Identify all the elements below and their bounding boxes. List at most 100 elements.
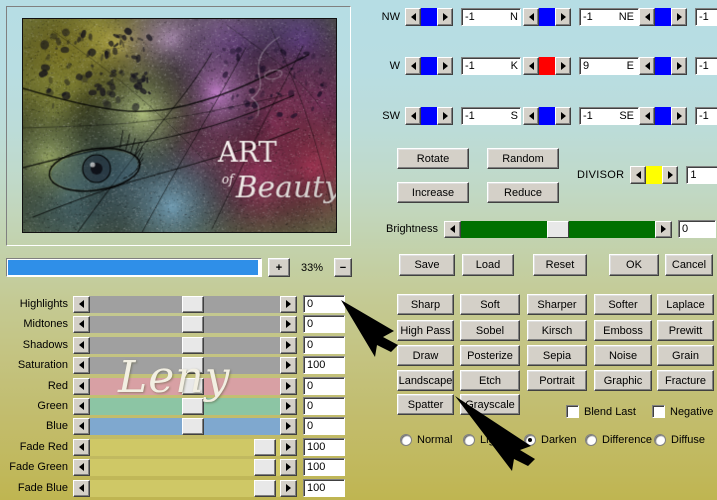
radio-dot-normal[interactable] [400, 434, 412, 446]
slider-fade-red[interactable] [73, 438, 297, 456]
filter-button-grain[interactable]: Grain [657, 345, 714, 366]
slider-track-fade-blue[interactable] [90, 479, 280, 497]
slider-decrement-icon[interactable] [73, 336, 90, 354]
matrix-thumb[interactable] [655, 107, 671, 125]
matrix-thumb[interactable] [655, 8, 671, 26]
slider-increment-icon[interactable] [280, 295, 297, 313]
divisor-spinner[interactable] [630, 166, 679, 184]
slider-thumb-saturation[interactable] [181, 356, 204, 374]
slider-value-blue[interactable]: 0 [303, 417, 345, 435]
matrix-decrement-icon[interactable] [639, 8, 655, 26]
filter-button-landscape[interactable]: Landscape [397, 370, 454, 391]
matrix-spinner-se[interactable] [639, 107, 687, 125]
matrix-decrement-icon[interactable] [639, 57, 655, 75]
radio-dot-diffuse[interactable] [654, 434, 666, 446]
matrix-increment-icon[interactable] [555, 107, 571, 125]
slider-thumb-green[interactable] [181, 397, 204, 415]
slider-value-green[interactable]: 0 [303, 397, 345, 415]
filter-button-portrait[interactable]: Portrait [527, 370, 587, 391]
checkbox-blend-last[interactable]: Blend Last [566, 405, 636, 418]
slider-fade-green[interactable] [73, 458, 297, 476]
slider-thumb-highlights[interactable] [181, 295, 204, 313]
slider-value-shadows[interactable]: 0 [303, 336, 345, 354]
slider-track-fade-green[interactable] [90, 458, 280, 476]
brightness-value-field[interactable]: 0 [677, 220, 716, 238]
matrix-thumb[interactable] [421, 8, 437, 26]
brightness-increment-icon[interactable] [654, 220, 672, 238]
slider-track-blue[interactable] [90, 417, 280, 435]
divisor-decrement-icon[interactable] [630, 166, 647, 184]
slider-increment-icon[interactable] [280, 377, 297, 395]
slider-track-shadows[interactable] [90, 336, 280, 354]
matrix-spinner-n[interactable] [523, 8, 571, 26]
matrix-thumb[interactable] [539, 57, 555, 75]
matrix-decrement-icon[interactable] [523, 8, 539, 26]
load-button[interactable]: Load [462, 254, 514, 276]
slider-value-red[interactable]: 0 [303, 377, 345, 395]
slider-thumb-red[interactable] [181, 377, 204, 395]
matrix-decrement-icon[interactable] [523, 107, 539, 125]
matrix-spinner-s[interactable] [523, 107, 571, 125]
brightness-thumb[interactable] [546, 220, 569, 238]
slider-thumb-midtones[interactable] [181, 315, 204, 333]
slider-decrement-icon[interactable] [73, 479, 90, 497]
brightness-track[interactable] [460, 220, 655, 238]
filter-button-posterize[interactable]: Posterize [460, 345, 520, 366]
slider-increment-icon[interactable] [280, 315, 297, 333]
slider-decrement-icon[interactable] [73, 458, 90, 476]
random-button[interactable]: Random [487, 148, 559, 169]
slider-shadows[interactable] [73, 336, 297, 354]
preview-image[interactable] [22, 18, 337, 233]
matrix-thumb[interactable] [539, 8, 555, 26]
slider-increment-icon[interactable] [280, 438, 297, 456]
slider-track-red[interactable] [90, 377, 280, 395]
slider-thumb-fade-green[interactable] [253, 458, 276, 476]
slider-decrement-icon[interactable] [73, 377, 90, 395]
checkbox-box-blend-last[interactable] [566, 405, 579, 418]
checkbox-box-negative[interactable] [652, 405, 665, 418]
slider-value-fade-blue[interactable]: 100 [303, 479, 345, 497]
filter-button-graphic[interactable]: Graphic [594, 370, 652, 391]
filter-button-high-pass[interactable]: High Pass [397, 320, 454, 341]
radio-dot-lighten[interactable] [463, 434, 475, 446]
slider-track-highlights[interactable] [90, 295, 280, 313]
radio-dot-difference[interactable] [585, 434, 597, 446]
matrix-increment-icon[interactable] [555, 57, 571, 75]
filter-button-prewitt[interactable]: Prewitt [657, 320, 714, 341]
radio-dot-darken[interactable] [524, 434, 536, 446]
slider-increment-icon[interactable] [280, 336, 297, 354]
brightness-slider[interactable] [443, 220, 672, 238]
matrix-thumb[interactable] [421, 57, 437, 75]
slider-blue[interactable] [73, 417, 297, 435]
reduce-button[interactable]: Reduce [487, 182, 559, 203]
slider-increment-icon[interactable] [280, 356, 297, 374]
radio-difference[interactable]: Difference [585, 434, 652, 446]
matrix-increment-icon[interactable] [671, 107, 687, 125]
slider-highlights[interactable] [73, 295, 297, 313]
matrix-spinner-ne[interactable] [639, 8, 687, 26]
matrix-spinner-e[interactable] [639, 57, 687, 75]
filter-button-softer[interactable]: Softer [594, 294, 652, 315]
matrix-decrement-icon[interactable] [405, 107, 421, 125]
radio-darken[interactable]: Darken [524, 434, 576, 446]
divisor-increment-icon[interactable] [662, 166, 679, 184]
slider-midtones[interactable] [73, 315, 297, 333]
slider-thumb-shadows[interactable] [181, 336, 204, 354]
divisor-value-field[interactable]: 1 [686, 166, 717, 184]
filter-button-draw[interactable]: Draw [397, 345, 454, 366]
radio-diffuse[interactable]: Diffuse [654, 434, 705, 446]
matrix-spinner-sw[interactable] [405, 107, 453, 125]
matrix-increment-icon[interactable] [555, 8, 571, 26]
ok-button[interactable]: OK [609, 254, 659, 276]
slider-increment-icon[interactable] [280, 397, 297, 415]
slider-increment-icon[interactable] [280, 417, 297, 435]
filter-button-kirsch[interactable]: Kirsch [527, 320, 587, 341]
cancel-button[interactable]: Cancel [665, 254, 713, 276]
slider-increment-icon[interactable] [280, 458, 297, 476]
filter-button-fracture[interactable]: Fracture [657, 370, 714, 391]
matrix-increment-icon[interactable] [671, 57, 687, 75]
slider-decrement-icon[interactable] [73, 438, 90, 456]
filter-button-laplace[interactable]: Laplace [657, 294, 714, 315]
slider-thumb-fade-blue[interactable] [253, 479, 276, 497]
zoom-out-button[interactable]: − [334, 258, 352, 277]
